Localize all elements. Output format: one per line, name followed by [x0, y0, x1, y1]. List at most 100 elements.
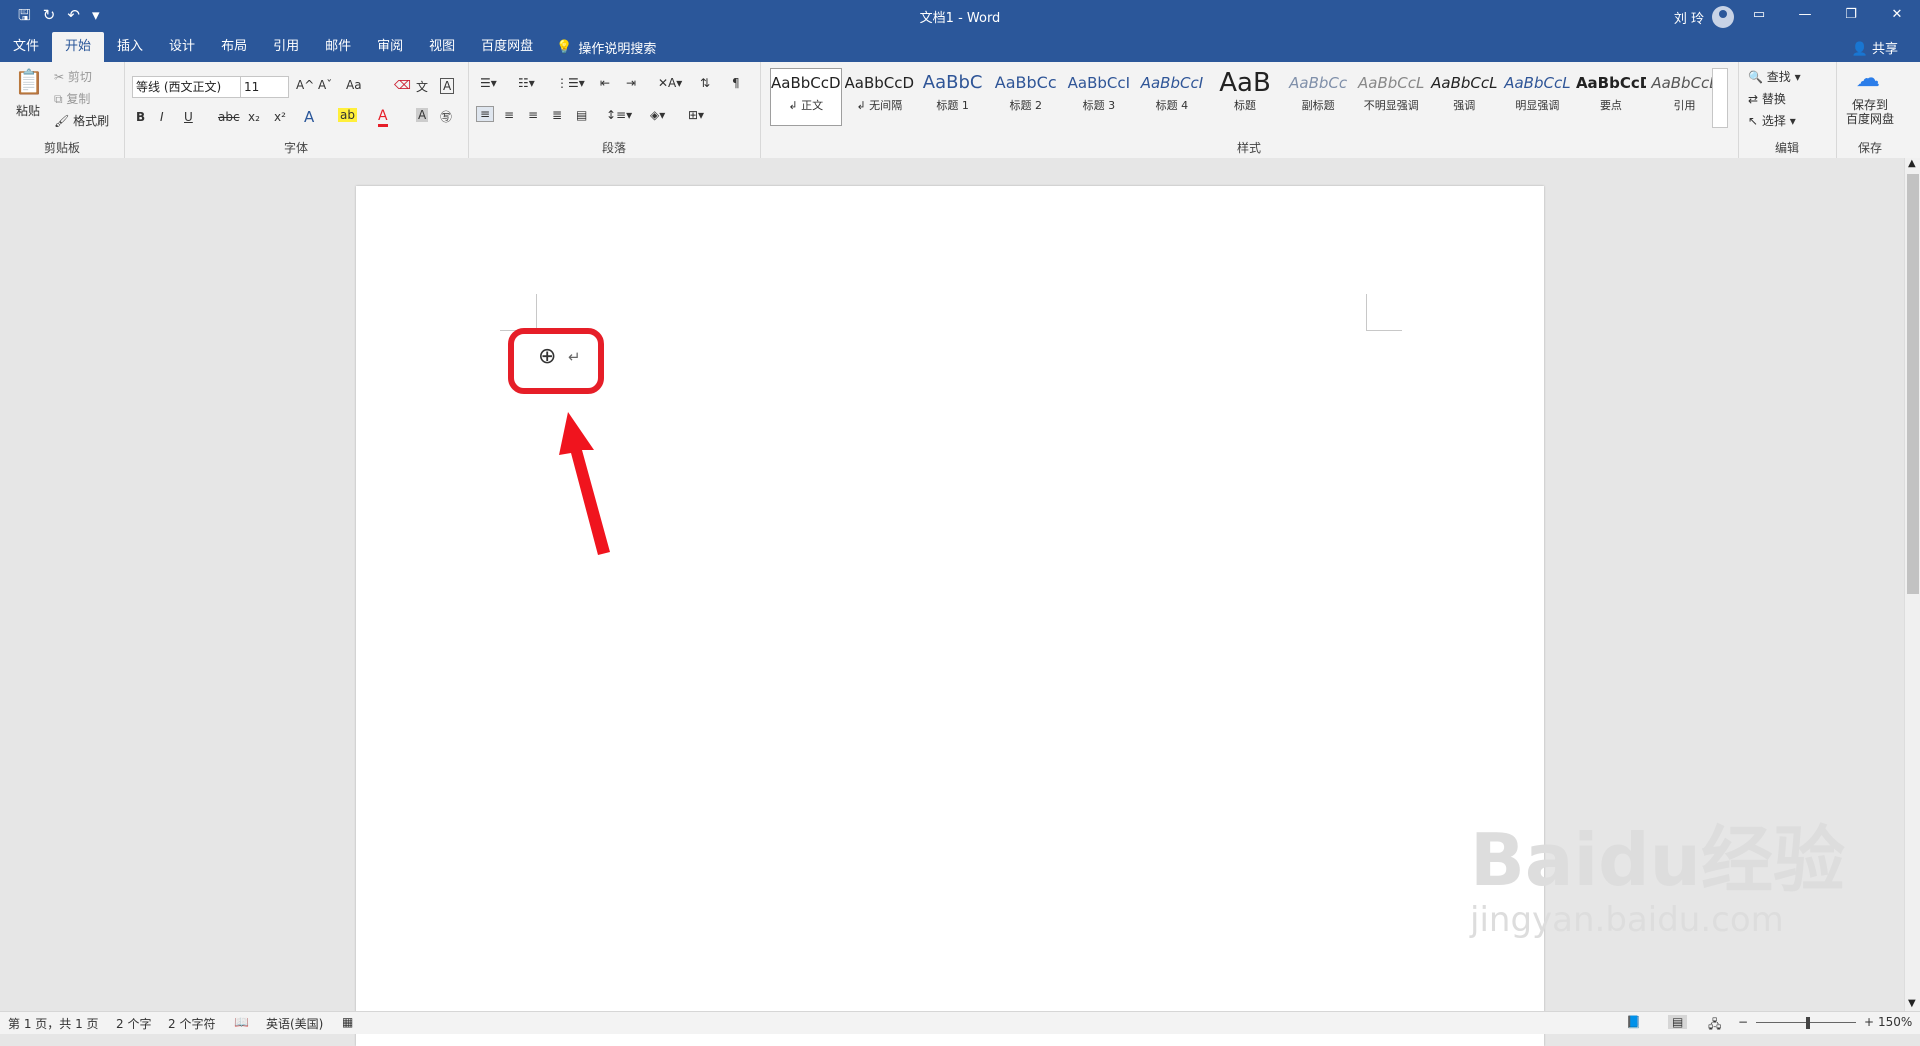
strikethrough-button[interactable]: abc [218, 110, 240, 124]
tell-me-search[interactable]: 💡 操作说明搜索 [556, 32, 656, 62]
paste-button[interactable]: 粘贴 [16, 102, 40, 119]
bold-button[interactable]: B [136, 110, 145, 124]
title-bar: 🖫 ↻ ↶ ▾ 文档1 - Word 刘 玲 ▭ — ❐ ✕ [0, 0, 1920, 30]
tab-mailings[interactable]: 邮件 [312, 32, 364, 62]
zoom-in-icon[interactable]: + [1864, 1015, 1874, 1029]
multilevel-list-icon[interactable]: ⋮☰▾ [556, 76, 585, 90]
font-group: 等线 (西文正文) 11 A^ Aˇ Aa ⌫ 文 A B I U abc x₂… [124, 62, 469, 158]
user-account[interactable]: 刘 玲 [1674, 6, 1734, 28]
style-heading-1[interactable]: AaBbC 标题 1 [917, 68, 988, 126]
highlight-color-icon[interactable]: ab [338, 108, 357, 122]
justify-icon[interactable]: ≣ [552, 108, 562, 122]
proofing-icon[interactable]: 📖 [234, 1015, 249, 1029]
show-marks-icon[interactable]: ¶ [732, 76, 740, 90]
language[interactable]: 英语(美国) [266, 1015, 323, 1032]
style-heading-2[interactable]: AaBbCc 标题 2 [990, 68, 1061, 126]
clear-format-icon[interactable]: ⌫ [394, 78, 411, 92]
char-count[interactable]: 2 个字符 [168, 1015, 215, 1032]
increase-indent-icon[interactable]: ⇥ [626, 76, 636, 90]
vertical-scrollbar[interactable]: ▲ ▼ [1904, 158, 1920, 1011]
page-count[interactable]: 第 1 页，共 1 页 [8, 1015, 99, 1032]
numbering-icon[interactable]: ☷▾ [518, 76, 535, 90]
scroll-up-icon[interactable]: ▲ [1908, 158, 1916, 169]
font-color-icon[interactable]: A [378, 108, 388, 127]
align-left-icon[interactable]: ≡ [476, 106, 495, 122]
asian-layout-icon[interactable]: ✕A▾ [658, 76, 682, 90]
bullets-icon[interactable]: ☰▾ [480, 76, 497, 90]
copy-button[interactable]: ⧉ 复制 [54, 90, 90, 107]
share-label: 共享 [1871, 42, 1898, 57]
avatar[interactable] [1712, 6, 1734, 28]
char-shading-icon[interactable]: A [416, 108, 429, 122]
change-case-button[interactable]: Aa [346, 78, 362, 92]
superscript-button[interactable]: x² [274, 110, 286, 124]
subscript-button[interactable]: x₂ [248, 110, 260, 124]
text-effects-icon[interactable]: A [304, 108, 314, 126]
zoom-out-icon[interactable]: − [1738, 1015, 1748, 1029]
tab-file[interactable]: 文件 [0, 32, 52, 62]
document-page[interactable] [356, 186, 1544, 1046]
style-quote[interactable]: AaBbCcL 引用 [1649, 68, 1720, 126]
font-name-select[interactable]: 等线 (西文正文) [132, 76, 241, 98]
select-button[interactable]: ↖ 选择 ▾ [1748, 112, 1796, 129]
style-subtle-emphasis[interactable]: AaBbCcL 不明显强调 [1356, 68, 1427, 126]
tab-review[interactable]: 审阅 [364, 32, 416, 62]
line-spacing-icon[interactable]: ↕≡▾ [606, 108, 632, 122]
paste-icon[interactable]: 📋 [14, 68, 44, 96]
tab-baidu-netdisk[interactable]: 百度网盘 [468, 32, 546, 62]
tab-design[interactable]: 设计 [156, 32, 208, 62]
tab-layout[interactable]: 布局 [208, 32, 260, 62]
share-button[interactable]: 👤 共享 [1852, 38, 1898, 57]
paragraph-group-label: 段落 [601, 141, 626, 155]
restore-icon[interactable]: ❐ [1828, 0, 1874, 30]
borders-icon[interactable]: ⊞▾ [688, 108, 704, 122]
style-strong[interactable]: AaBbCcD 要点 [1575, 68, 1647, 126]
style-subtitle[interactable]: AaBbCc 副标题 [1283, 68, 1354, 126]
tab-home[interactable]: 开始 [52, 32, 105, 62]
tab-view[interactable]: 视图 [416, 32, 468, 62]
read-mode-icon[interactable]: 📘 [1626, 1015, 1641, 1029]
style-heading-3[interactable]: AaBbCcI 标题 3 [1063, 68, 1134, 126]
macro-icon[interactable]: ▦ [342, 1015, 353, 1029]
font-size-select[interactable]: 11 [240, 76, 289, 98]
save-to-netdisk-button[interactable]: 保存到 百度网盘 [1840, 98, 1900, 126]
style-emphasis[interactable]: AaBbCcL 强调 [1429, 68, 1500, 126]
cut-button[interactable]: ✂ 剪切 [54, 68, 92, 85]
print-layout-icon[interactable]: ▤ [1668, 1015, 1688, 1029]
tab-insert[interactable]: 插入 [104, 32, 156, 62]
replace-button[interactable]: ⇄ 替换 [1748, 90, 1786, 107]
phonetic-guide-icon[interactable]: 文 [416, 78, 428, 95]
shading-icon[interactable]: ◈▾ [650, 108, 665, 122]
find-button[interactable]: 🔍 查找 ▾ [1748, 68, 1801, 85]
style-sample: AaBbCcD [844, 74, 915, 92]
sort-icon[interactable]: ⇅ [700, 76, 710, 90]
scroll-thumb[interactable] [1907, 174, 1919, 594]
underline-button[interactable]: U [184, 110, 193, 124]
styles-scroll[interactable] [1712, 68, 1728, 128]
close-icon[interactable]: ✕ [1874, 0, 1920, 30]
style-heading-4[interactable]: AaBbCcI 标题 4 [1136, 68, 1207, 126]
style-normal[interactable]: AaBbCcD ↲ 正文 [770, 68, 842, 126]
zoom-slider-thumb[interactable] [1806, 1017, 1810, 1029]
minimize-icon[interactable]: — [1782, 0, 1828, 30]
shrink-font-button[interactable]: Aˇ [318, 78, 332, 92]
char-border-icon[interactable]: A [440, 78, 455, 94]
align-center-icon[interactable]: ≡ [504, 108, 514, 122]
word-count[interactable]: 2 个字 [116, 1015, 151, 1032]
tab-references[interactable]: 引用 [260, 32, 312, 62]
enclose-char-icon[interactable]: ㊢ [440, 108, 452, 125]
format-painter-button[interactable]: 🖌 格式刷 [54, 112, 109, 129]
style-no-spacing[interactable]: AaBbCcD ↲ 无间隔 [844, 68, 916, 126]
style-title[interactable]: AaB 标题 [1209, 68, 1280, 126]
style-intense-emphasis[interactable]: AaBbCcL 明显强调 [1502, 68, 1573, 126]
baidu-cloud-icon[interactable]: ☁ [1856, 64, 1880, 92]
ribbon-display-icon[interactable]: ▭ [1736, 0, 1782, 30]
distributed-icon[interactable]: ▤ [576, 108, 587, 122]
zoom-level[interactable]: 150% [1878, 1015, 1912, 1029]
style-name: 强调 [1453, 99, 1476, 112]
scroll-down-icon[interactable]: ▼ [1908, 998, 1916, 1009]
align-right-icon[interactable]: ≡ [528, 108, 538, 122]
decrease-indent-icon[interactable]: ⇤ [600, 76, 610, 90]
grow-font-button[interactable]: A^ [296, 78, 314, 92]
italic-button[interactable]: I [160, 110, 164, 124]
